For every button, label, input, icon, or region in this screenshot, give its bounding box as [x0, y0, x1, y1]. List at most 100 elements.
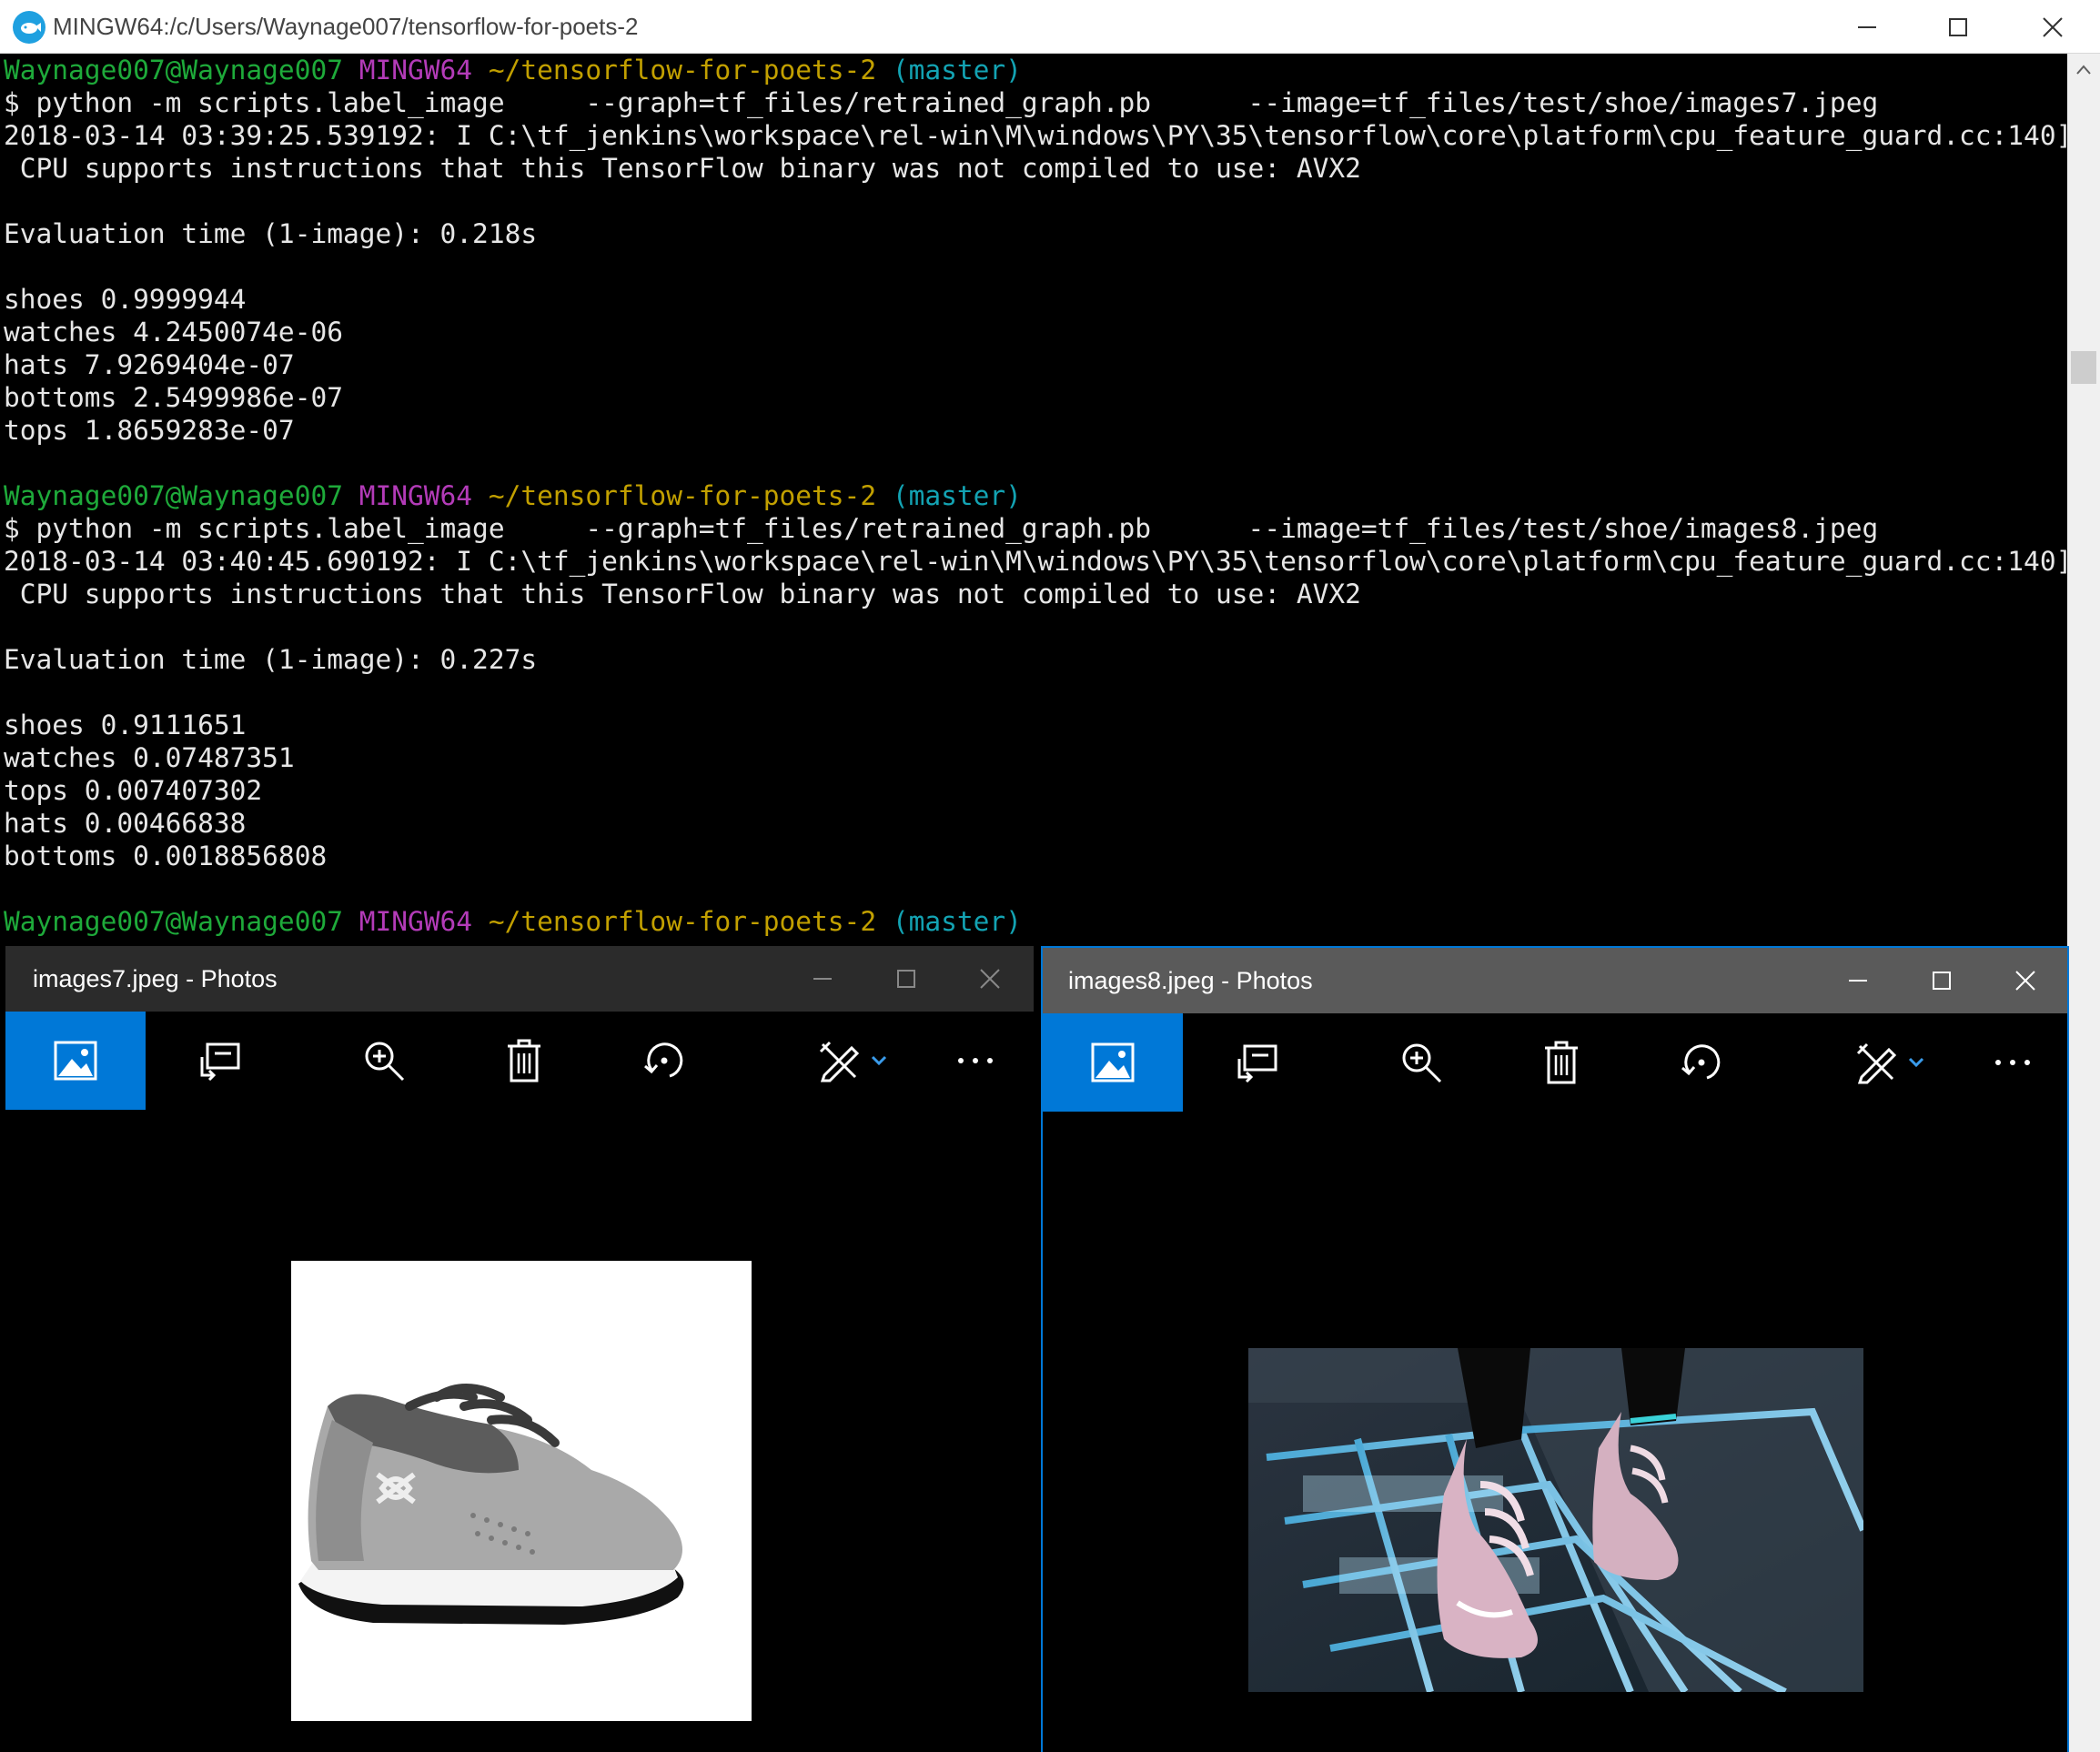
close-button[interactable]	[1984, 948, 2067, 1013]
maximize-icon	[897, 970, 915, 988]
delete-button[interactable]	[1507, 1013, 1616, 1112]
terminal-scrollbar[interactable]	[2067, 54, 2100, 1752]
more-button[interactable]	[934, 1012, 1017, 1110]
terminal-text: bottoms 2.5499986e-07	[4, 382, 343, 413]
terminal-text: tops 1.8659283e-07	[4, 415, 295, 446]
prompt-segment-magenta: MINGW64	[358, 480, 489, 511]
maximize-button[interactable]	[864, 946, 948, 1012]
minimize-button[interactable]	[1820, 0, 1914, 54]
terminal-line: Evaluation time (1-image): 0.227s	[4, 643, 2067, 676]
scroll-up-icon[interactable]	[2075, 61, 2093, 79]
rotate-button[interactable]	[1647, 1013, 1756, 1112]
terminal-line: Waynage007@Waynage007 MINGW64 ~/tensorfl…	[4, 905, 2067, 938]
close-icon	[2043, 16, 2063, 37]
chevron-down-icon	[1908, 1057, 1924, 1068]
view-photo-button[interactable]	[1043, 1013, 1183, 1112]
terminal-text: Evaluation time (1-image): 0.227s	[4, 644, 538, 675]
photo-canvas[interactable]	[1043, 1112, 2067, 1752]
edit-create-button[interactable]	[1840, 1013, 1940, 1112]
slideshow-button[interactable]	[1203, 1013, 1312, 1112]
terminal-line: shoes 0.9111651	[4, 709, 2067, 741]
slideshow-button[interactable]	[166, 1012, 275, 1110]
delete-button[interactable]	[469, 1012, 579, 1110]
close-icon	[980, 969, 1000, 989]
zoom-in-icon	[1402, 1043, 1442, 1083]
prompt-segment-magenta: MINGW64	[358, 55, 489, 86]
terminal-line: CPU supports instructions that this Tens…	[4, 578, 2067, 610]
minimize-button[interactable]	[781, 946, 864, 1012]
terminal-text: CPU supports instructions that this Tens…	[4, 153, 1361, 184]
terminal-line: Evaluation time (1-image): 0.218s	[4, 217, 2067, 250]
maximize-button[interactable]	[1900, 948, 1984, 1013]
terminal-line: Waynage007@Waynage007 MINGW64 ~/tensorfl…	[4, 54, 2067, 86]
rotate-icon	[1681, 1044, 1721, 1080]
rotate-button[interactable]	[610, 1012, 719, 1110]
terminal-text: $ python -m scripts.label_image --graph=…	[4, 513, 1879, 544]
terminal-text: shoes 0.9999944	[4, 284, 247, 315]
terminal-lines: Waynage007@Waynage007 MINGW64 ~/tensorfl…	[4, 54, 2067, 938]
zoom-in-button[interactable]	[1367, 1013, 1476, 1112]
slideshow-icon	[200, 1042, 240, 1081]
terminal-text: 2018-03-14 03:40:45.690192: I C:\tf_jenk…	[4, 546, 2067, 577]
photo-icon	[1091, 1042, 1135, 1082]
shoe-photo	[291, 1261, 752, 1721]
terminal-line: $ python -m scripts.label_image --graph=…	[4, 512, 2067, 545]
photos-window-images7[interactable]: images7.jpeg - Photos	[5, 946, 1034, 1752]
minimize-icon	[1849, 980, 1867, 982]
terminal-text: $ python -m scripts.label_image --graph=…	[4, 87, 1879, 118]
terminal-text: shoes 0.9111651	[4, 710, 247, 740]
terminal-line: bottoms 0.0018856808	[4, 840, 2067, 872]
terminal-line: tops 0.007407302	[4, 774, 2067, 807]
prompt-segment-cyan: (master)	[876, 480, 1022, 511]
sneaker-photo	[1248, 1348, 1863, 1692]
photos-window-title: images8.jpeg - Photos	[1068, 967, 1313, 994]
minimize-icon	[813, 978, 832, 980]
terminal-line: watches 0.07487351	[4, 741, 2067, 774]
terminal-text: 2018-03-14 03:39:25.539192: I C:\tf_jenk…	[4, 120, 2067, 151]
chevron-down-icon	[871, 1055, 887, 1066]
close-icon	[2015, 971, 2035, 991]
terminal-line: watches 4.2450074e-06	[4, 316, 2067, 348]
terminal-text: watches 4.2450074e-06	[4, 317, 343, 347]
terminal-title: MINGW64:/c/Users/Waynage007/tensorflow-f…	[53, 13, 639, 40]
prompt-segment-cyan: (master)	[876, 906, 1022, 937]
terminal-line: tops 1.8659283e-07	[4, 414, 2067, 447]
more-button[interactable]	[1971, 1013, 2055, 1112]
prompt-segment-yellow: ~/tensorflow-for-poets-2	[488, 55, 877, 86]
terminal-titlebar[interactable]: MINGW64:/c/Users/Waynage007/tensorflow-f…	[0, 0, 2100, 54]
terminal-line: $ python -m scripts.label_image --graph=…	[4, 86, 2067, 119]
maximize-icon	[1949, 17, 1967, 36]
terminal-text: bottoms 0.0018856808	[4, 841, 328, 871]
terminal-text: hats 7.9269404e-07	[4, 349, 295, 380]
prompt-segment-yellow: ~/tensorflow-for-poets-2	[488, 480, 877, 511]
prompt-segment-cyan: (master)	[876, 55, 1022, 86]
prompt-segment-green: Waynage007@Waynage007	[4, 480, 359, 511]
zoom-in-button[interactable]	[329, 1012, 439, 1110]
terminal-line: hats 0.00466838	[4, 807, 2067, 840]
photos-titlebar[interactable]: images7.jpeg - Photos	[5, 946, 1034, 1012]
maximize-button[interactable]	[1911, 0, 2005, 54]
photo-icon	[54, 1041, 97, 1081]
terminal-line: CPU supports instructions that this Tens…	[4, 152, 2067, 185]
delete-icon	[1545, 1041, 1578, 1084]
close-button[interactable]	[2005, 0, 2100, 54]
terminal-text: hats 0.00466838	[4, 808, 247, 839]
view-photo-button[interactable]	[5, 1012, 146, 1110]
photos-window-images8[interactable]: images8.jpeg - Photos	[1041, 946, 2069, 1752]
scrollbar-thumb[interactable]	[2071, 351, 2096, 384]
edit-create-button[interactable]	[803, 1012, 903, 1110]
photos-titlebar[interactable]: images8.jpeg - Photos	[1043, 948, 2067, 1013]
rotate-icon	[644, 1042, 683, 1078]
close-button[interactable]	[948, 946, 1032, 1012]
pink-sneakers-on-glowing-floor-image	[1248, 1348, 1863, 1692]
photos-toolbar	[1043, 1013, 2067, 1112]
more-icon	[1995, 1060, 2030, 1065]
minimize-button[interactable]	[1816, 948, 1900, 1013]
photos-window-title: images7.jpeg - Photos	[33, 965, 278, 992]
more-icon	[958, 1058, 993, 1063]
photo-canvas[interactable]	[5, 1110, 1034, 1752]
